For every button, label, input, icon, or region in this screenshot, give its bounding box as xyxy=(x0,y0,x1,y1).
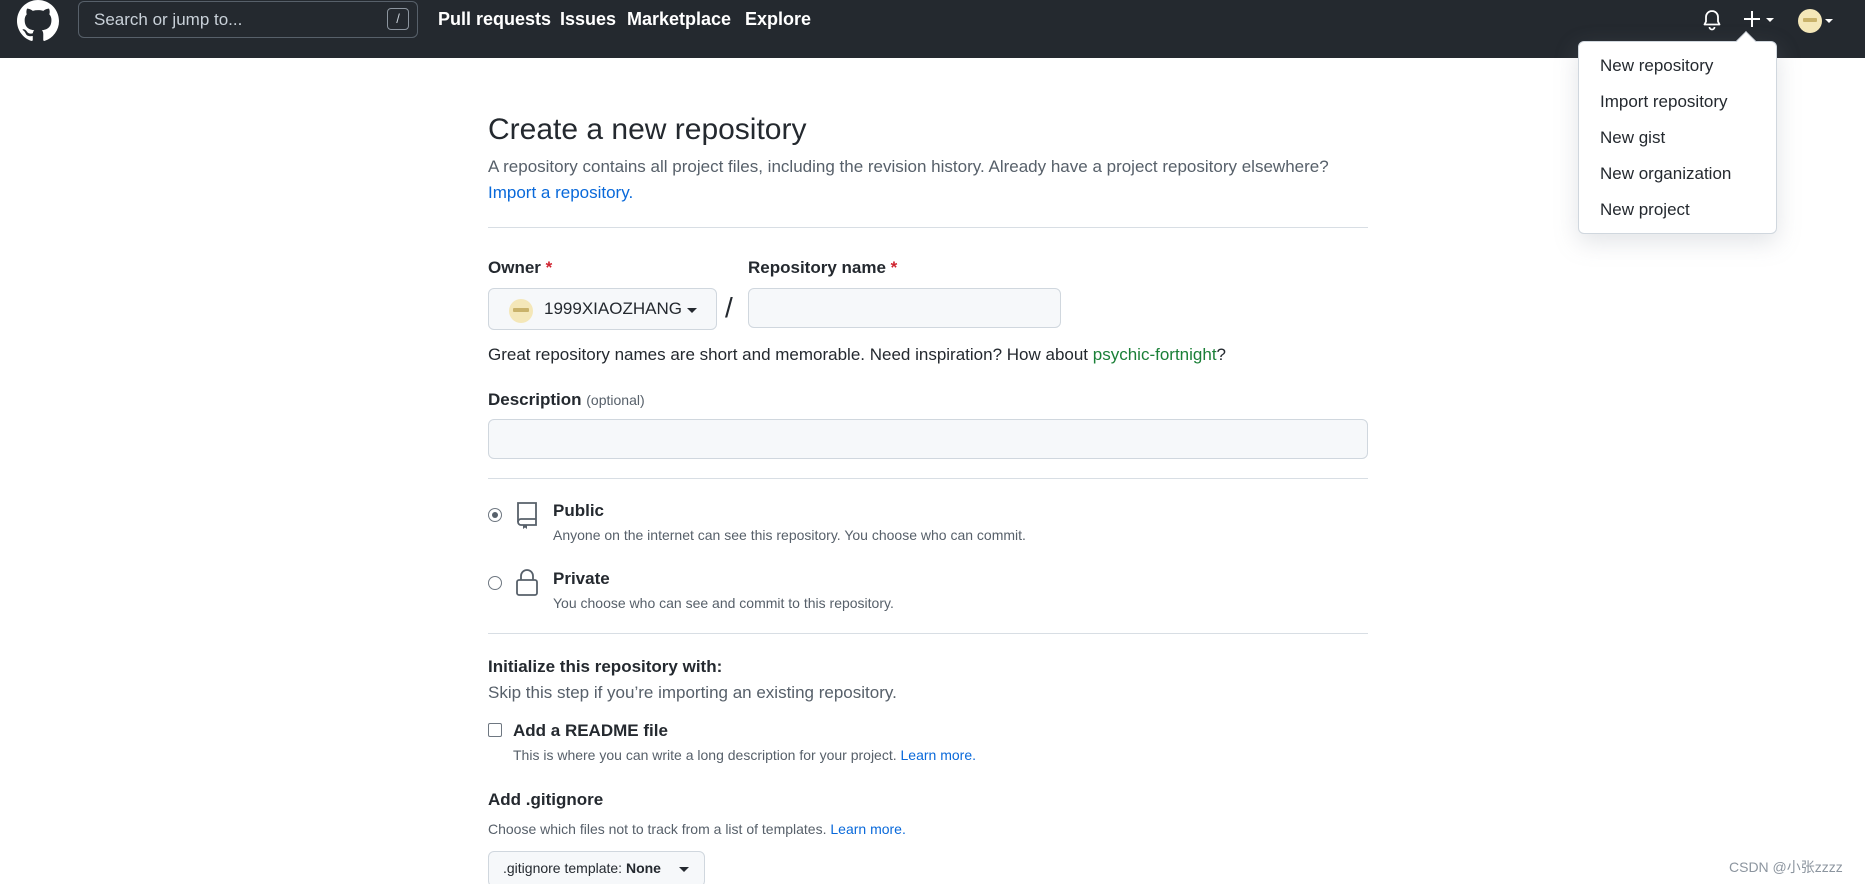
name-suggestion-link[interactable]: psychic-fortnight xyxy=(1093,345,1217,364)
chevron-down-icon xyxy=(679,867,689,872)
owner-repo-separator: / xyxy=(725,292,733,323)
nav-issues[interactable]: Issues xyxy=(560,9,616,30)
menu-new-organization[interactable]: New organization xyxy=(1600,164,1731,184)
menu-new-project[interactable]: New project xyxy=(1600,200,1690,220)
description-input[interactable] xyxy=(488,419,1368,459)
gitignore-learn-more-link[interactable]: Learn more. xyxy=(830,821,905,837)
user-avatar-icon[interactable] xyxy=(1797,8,1837,34)
readme-checkbox[interactable] xyxy=(488,723,502,737)
gitignore-template-select[interactable]: .gitignore template: None xyxy=(488,851,705,884)
menu-new-repository[interactable]: New repository xyxy=(1600,56,1713,76)
divider xyxy=(488,478,1368,479)
public-description: Anyone on the internet can see this repo… xyxy=(553,527,1026,543)
readme-learn-more-link[interactable]: Learn more. xyxy=(901,747,976,763)
readme-description: This is where you can write a long descr… xyxy=(513,747,976,763)
repo-icon xyxy=(517,502,537,529)
owner-select[interactable]: 1999XIAOZHANG xyxy=(488,288,717,330)
page-title: Create a new repository xyxy=(488,113,807,146)
repo-name-hint: Great repository names are short and mem… xyxy=(488,345,1227,364)
search-placeholder: Search or jump to... xyxy=(94,10,243,29)
repo-name-label: Repository name * xyxy=(748,258,898,277)
nav-marketplace[interactable]: Marketplace xyxy=(627,9,731,30)
menu-new-gist[interactable]: New gist xyxy=(1600,128,1665,148)
private-title: Private xyxy=(553,569,610,588)
owner-name: 1999XIAOZHANG xyxy=(544,299,682,318)
divider xyxy=(488,633,1368,634)
nav-explore[interactable]: Explore xyxy=(745,9,811,30)
initialize-title: Initialize this repository with: xyxy=(488,657,723,676)
divider xyxy=(488,227,1368,228)
gitignore-template-label: .gitignore template: None xyxy=(503,860,661,876)
import-repository-link[interactable]: Import a repository. xyxy=(488,183,633,203)
initialize-subtitle: Skip this step if you’re importing an ex… xyxy=(488,683,897,702)
lock-icon xyxy=(516,569,538,596)
repository-name-input[interactable] xyxy=(748,288,1061,328)
create-new-dropdown: New repository Import repository New gis… xyxy=(1578,31,1777,234)
public-title: Public xyxy=(553,501,605,520)
owner-avatar-icon xyxy=(509,299,533,323)
menu-import-repository[interactable]: Import repository xyxy=(1600,92,1728,112)
public-radio[interactable] xyxy=(488,508,502,522)
nav-pull-requests[interactable]: Pull requests xyxy=(438,9,551,30)
private-description: You choose who can see and commit to thi… xyxy=(553,595,894,611)
github-logo-icon[interactable] xyxy=(17,0,59,42)
private-radio[interactable] xyxy=(488,576,502,590)
description-label: Description (optional) xyxy=(488,390,645,409)
owner-label: Owner * xyxy=(488,258,553,277)
gitignore-title: Add .gitignore xyxy=(488,790,604,809)
search-shortcut-badge: / xyxy=(387,8,409,30)
watermark: CSDN @小张zzzz xyxy=(1729,859,1843,875)
bell-icon[interactable] xyxy=(1700,8,1724,32)
search-input[interactable]: Search or jump to... / xyxy=(78,1,418,38)
plus-icon[interactable] xyxy=(1742,8,1782,32)
gitignore-description: Choose which files not to track from a l… xyxy=(488,821,906,837)
page-subtitle: A repository contains all project files,… xyxy=(488,157,1329,176)
readme-label[interactable]: Add a README file xyxy=(513,721,668,741)
chevron-down-icon xyxy=(687,308,697,313)
